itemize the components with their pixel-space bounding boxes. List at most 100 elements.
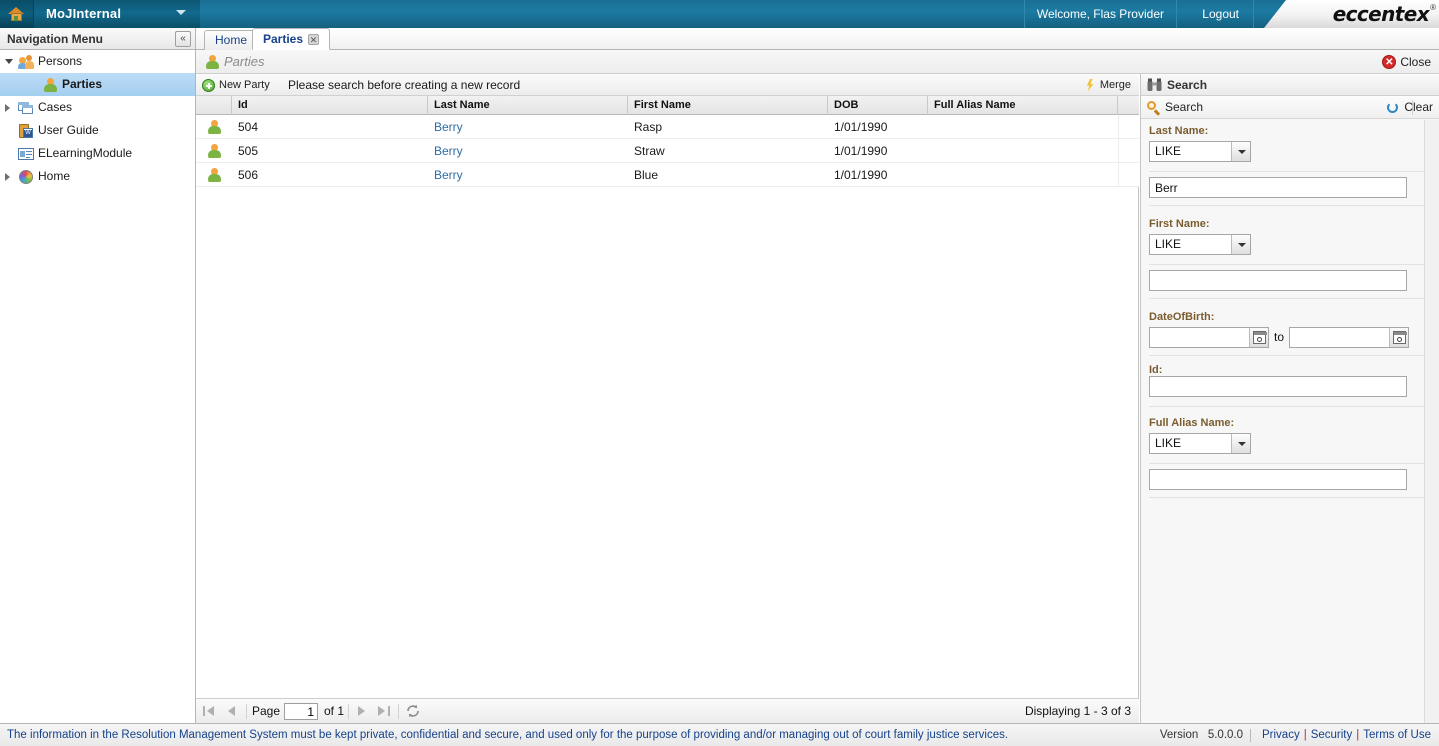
refresh-icon[interactable] — [405, 703, 421, 719]
last-name-input[interactable] — [1149, 177, 1407, 198]
party-icon — [204, 54, 220, 70]
navigation-menu-title: Navigation Menu — [7, 32, 104, 46]
party-icon — [42, 77, 58, 93]
privacy-link[interactable]: Privacy — [1262, 729, 1300, 741]
footer-bar: The information in the Resolution Manage… — [0, 723, 1439, 746]
navigation-menu-panel: Persons Parties Cases W User Guide ELear… — [0, 50, 196, 723]
terms-of-use-link[interactable]: Terms of Use — [1363, 729, 1431, 741]
sidebar-item-parties[interactable]: Parties — [0, 73, 195, 96]
sidebar-item-elearning-module[interactable]: ELearningModule — [0, 142, 195, 165]
calendar-icon[interactable] — [1389, 328, 1408, 347]
merge-label: Merge — [1099, 79, 1131, 91]
chevron-down-icon[interactable] — [1231, 434, 1250, 453]
table-row[interactable]: 505 Berry Straw 1/01/1990 — [196, 139, 1139, 163]
paging-toolbar: Page of 1 — [196, 698, 1139, 723]
column-header-filler — [1118, 96, 1139, 115]
date-of-birth-from-input[interactable] — [1150, 328, 1249, 347]
sidebar-item-persons[interactable]: Persons — [0, 50, 195, 73]
cell-full-alias-name — [928, 115, 1118, 139]
prev-page-icon[interactable] — [224, 704, 240, 719]
cell-first-name: Straw — [634, 144, 665, 158]
sidebar-item-label: Home — [38, 169, 71, 183]
cell-last-name[interactable]: Berry — [428, 163, 628, 187]
new-party-label: New Party — [219, 79, 270, 91]
sidebar-item-user-guide[interactable]: W User Guide — [0, 119, 195, 142]
chevron-down-icon[interactable] — [1231, 235, 1250, 254]
cell-id: 506 — [238, 168, 259, 182]
date-of-birth-to-input[interactable] — [1290, 328, 1389, 347]
table-row[interactable]: 506 Berry Blue 1/01/1990 — [196, 163, 1139, 187]
magnifier-icon — [1147, 100, 1161, 115]
brand-registered-mark: ® — [1430, 3, 1436, 12]
date-of-birth-from-field[interactable] — [1149, 327, 1269, 348]
footer-version: Version 5.0.0.0 — [1160, 724, 1243, 746]
app-title: MoJInternal — [46, 6, 122, 21]
column-header-last-name[interactable]: Last Name — [428, 96, 628, 115]
expander-closed-icon[interactable] — [5, 173, 10, 181]
main-content: Parties ✕ Close New Party Please search … — [196, 50, 1439, 723]
first-page-icon[interactable] — [202, 704, 218, 719]
merge-button[interactable]: Merge — [1084, 74, 1131, 96]
clear-button[interactable]: Clear — [1386, 96, 1433, 119]
first-name-operator-select[interactable]: LIKE — [1149, 234, 1251, 255]
id-input[interactable] — [1149, 376, 1407, 397]
sidebar-item-cases[interactable]: Cases — [0, 96, 195, 119]
tab-parties[interactable]: Parties ✕ — [252, 28, 331, 50]
top-header-bar: MoJInternal Welcome, Flas Provider Logou… — [0, 0, 1439, 28]
field-label-first-name: First Name: — [1149, 218, 1210, 230]
cell-last-name[interactable]: Berry — [428, 139, 628, 163]
tab-strip: Home Parties ✕ — [196, 28, 1439, 50]
column-header-first-name[interactable]: First Name — [628, 96, 828, 115]
page-label: Page — [252, 704, 281, 718]
close-label: Close — [1400, 55, 1431, 69]
home-icon-button[interactable] — [0, 0, 34, 28]
security-link[interactable]: Security — [1311, 729, 1353, 741]
search-panel-header: Search — [1141, 74, 1439, 96]
tab-parties-label: Parties — [263, 32, 304, 46]
globe-icon — [18, 169, 34, 185]
refresh-circle-icon — [1386, 101, 1400, 115]
column-header-dob[interactable]: DOB — [828, 96, 928, 115]
expander-closed-icon[interactable] — [5, 104, 10, 112]
search-panel-scrollbar[interactable] — [1424, 120, 1439, 723]
next-page-icon[interactable] — [354, 704, 370, 719]
chevron-down-icon[interactable] — [1231, 142, 1250, 161]
cell-last-name[interactable]: Berry — [428, 115, 628, 139]
full-alias-name-operator-select[interactable]: LIKE — [1149, 433, 1251, 454]
tab-home[interactable]: Home — [204, 30, 259, 50]
sidebar-item-home[interactable]: Home — [0, 165, 195, 188]
sidebar-item-label: ELearningModule — [38, 146, 133, 160]
cell-full-alias-name — [928, 139, 1118, 163]
full-alias-name-input[interactable] — [1149, 469, 1407, 490]
last-page-icon[interactable] — [376, 704, 392, 719]
calendar-icon[interactable] — [1249, 328, 1268, 347]
column-header-full-alias-name[interactable]: Full Alias Name — [928, 96, 1118, 115]
footer-disclaimer: The information in the Resolution Manage… — [7, 729, 1009, 741]
grid-message: Please search before creating a new reco… — [288, 78, 521, 92]
new-party-button[interactable]: New Party — [202, 74, 270, 96]
cell-id: 505 — [238, 144, 259, 158]
close-page-button[interactable]: ✕ Close — [1382, 50, 1431, 74]
chevron-down-icon[interactable] — [176, 10, 186, 15]
navigation-menu-header: Navigation Menu « — [0, 28, 196, 50]
search-button[interactable]: Search — [1147, 96, 1203, 119]
table-row[interactable]: 504 Berry Rasp 1/01/1990 — [196, 115, 1139, 139]
first-name-input[interactable] — [1149, 270, 1407, 291]
sidebar-item-label: Cases — [38, 100, 73, 114]
column-header-icon[interactable] — [196, 96, 232, 115]
last-name-operator-select[interactable]: LIKE — [1149, 141, 1251, 162]
expander-open-icon[interactable] — [5, 59, 13, 64]
close-icon[interactable]: ✕ — [308, 34, 320, 46]
column-header-id[interactable]: Id — [232, 96, 428, 115]
binoculars-icon — [1147, 78, 1162, 92]
date-of-birth-to-field[interactable] — [1289, 327, 1409, 348]
home-icon — [8, 6, 25, 22]
footer-links: Privacy | Security | Terms of Use — [1262, 729, 1431, 741]
logout-link[interactable]: Logout — [1188, 0, 1254, 28]
collapse-sidebar-button[interactable]: « — [175, 31, 191, 47]
page-number-input[interactable] — [284, 703, 318, 720]
sidebar-item-label: Persons — [38, 54, 83, 68]
search-fields: Last Name: LIKE First Name: LIKE — [1141, 120, 1439, 723]
grid-rows: 504 Berry Rasp 1/01/1990 505 Berry Straw… — [196, 115, 1139, 723]
user-guide-icon: W — [18, 123, 34, 139]
